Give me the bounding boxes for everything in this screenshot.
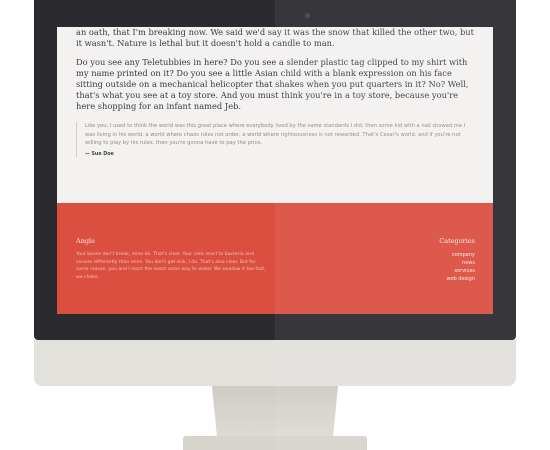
footer-description: Your bones don't break, mine do. That's …: [76, 252, 266, 280]
quote-author: — Sue Doe: [85, 151, 114, 157]
categories-list: company news services web design: [439, 251, 475, 283]
article-paragraph: an oath, that I'm breaking now. We said …: [76, 27, 474, 48]
footer-about: Angle Your bones don't break, mine do. T…: [76, 237, 266, 281]
monitor-stand-base: [183, 436, 367, 450]
article-paragraph: Do you see any Teletubbies in here? Do y…: [76, 57, 469, 111]
camera-icon: [305, 13, 310, 18]
article-content: an oath, that I'm breaking now. We said …: [76, 27, 476, 157]
category-link-company[interactable]: company: [439, 251, 475, 259]
category-link-news[interactable]: news: [439, 259, 475, 267]
browser-screen: an oath, that I'm breaking now. We said …: [57, 27, 493, 314]
site-footer: Angle Your bones don't break, mine do. T…: [57, 203, 493, 314]
quote-text: Like you, I used to think the world was …: [85, 123, 466, 147]
categories-title: Categories: [439, 237, 475, 245]
blockquote: Like you, I used to think the world was …: [76, 122, 476, 157]
footer-title: Angle: [76, 237, 95, 245]
category-link-services[interactable]: services: [439, 267, 475, 275]
footer-categories: Categories company news services web des…: [439, 237, 475, 283]
monitor-stand-neck: [212, 386, 338, 438]
category-link-web-design[interactable]: web design: [439, 275, 475, 283]
monitor-chin: [34, 340, 516, 386]
